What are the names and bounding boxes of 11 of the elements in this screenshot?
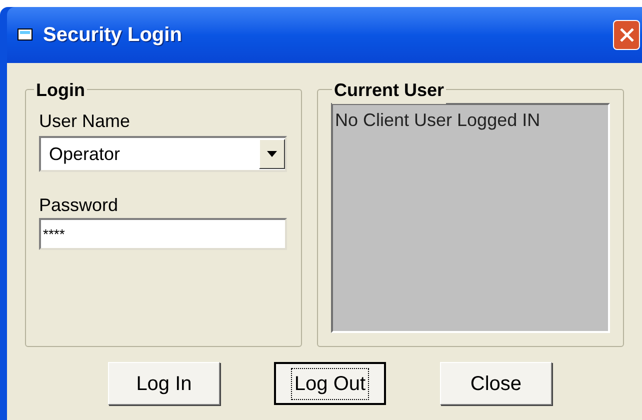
dialog-button[interactable]: Log Out bbox=[274, 362, 386, 405]
password-field[interactable]: **** bbox=[39, 218, 287, 250]
window-icon bbox=[17, 27, 35, 43]
dialog-button[interactable]: Close bbox=[440, 362, 552, 405]
user-name-dropdown[interactable]: Operator bbox=[39, 136, 287, 172]
close-icon[interactable] bbox=[613, 20, 640, 50]
field-label: Password bbox=[39, 194, 120, 216]
current-user-text: No Client User Logged IN bbox=[335, 110, 540, 130]
dialog-button[interactable]: Log In bbox=[108, 362, 220, 405]
window-title: Security Login bbox=[43, 23, 182, 48]
field-label: User Name bbox=[39, 110, 132, 132]
